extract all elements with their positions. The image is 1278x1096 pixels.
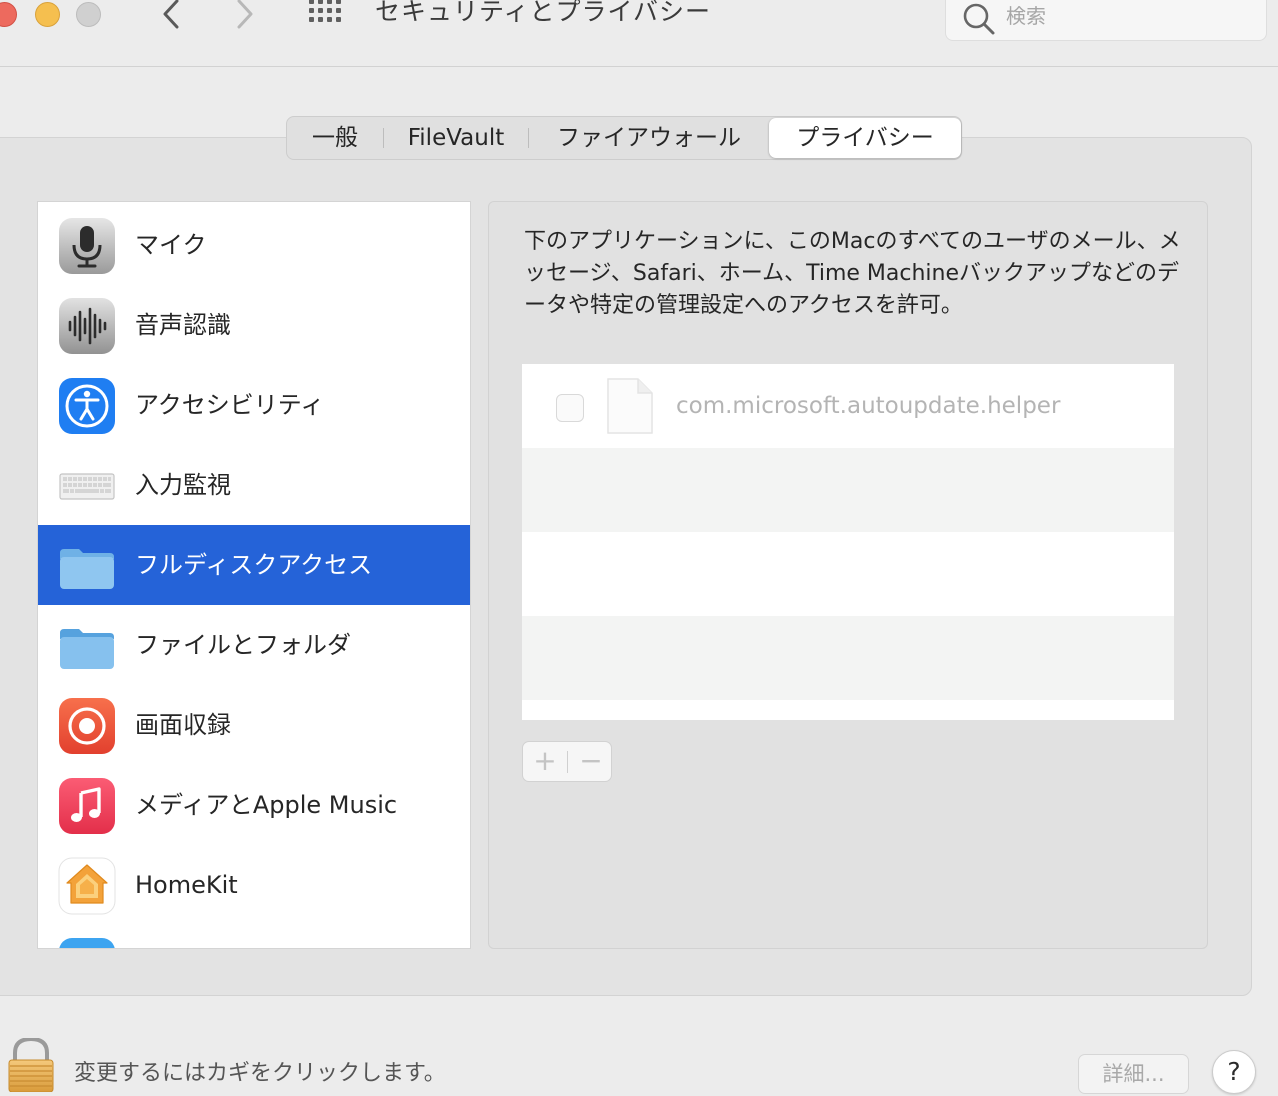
homekit-icon: [58, 857, 116, 915]
chevron-right-icon: [237, 0, 253, 29]
sidebar-item-full-disk-access[interactable]: フルディスクアクセス: [38, 525, 470, 605]
search-input[interactable]: [1004, 0, 1254, 33]
empty-row: [522, 448, 1174, 532]
microphone-icon: [58, 217, 116, 275]
document-icon: [606, 377, 654, 439]
tab-firewall[interactable]: ファイアウォール: [529, 118, 769, 158]
minimize-window-button[interactable]: [35, 2, 60, 27]
sidebar-item-partial[interactable]: [38, 925, 470, 948]
help-button[interactable]: ?: [1212, 1050, 1256, 1094]
sidebar-item-screen-recording[interactable]: 画面収録: [38, 685, 470, 765]
tab-privacy[interactable]: プライバシー: [769, 118, 961, 158]
button-divider: [567, 751, 568, 773]
sidebar-item-files-and-folders[interactable]: ファイルとフォルダ: [38, 605, 470, 685]
sidebar-item-label: アクセシビリティ: [135, 391, 325, 419]
empty-row: [522, 616, 1174, 700]
sidebar-item-homekit[interactable]: HomeKit: [38, 845, 470, 925]
sidebar-item-microphone[interactable]: マイク: [38, 205, 470, 285]
folder-icon: [58, 537, 116, 595]
show-all-button[interactable]: [308, 0, 346, 29]
app-checkbox[interactable]: [556, 394, 584, 422]
keyboard-icon: [58, 457, 116, 515]
search-icon: [963, 3, 995, 35]
lock-button[interactable]: [6, 1036, 56, 1096]
window-title: セキュリティとプライバシー: [375, 0, 712, 26]
tab-bar: 一般 FileVault ファイアウォール プライバシー: [286, 116, 962, 160]
remove-app-button[interactable]: −: [569, 742, 613, 781]
list-item[interactable]: com.microsoft.autoupdate.helper: [522, 364, 1174, 448]
advanced-button[interactable]: 詳細...: [1078, 1054, 1189, 1094]
back-button[interactable]: [157, 0, 187, 34]
grid-icon: [309, 0, 341, 22]
accessibility-icon: [58, 377, 116, 435]
folder-icon: [58, 617, 116, 675]
sidebar-item-speech-recognition[interactable]: 音声認識: [38, 285, 470, 365]
sidebar-item-label: メディアとApple Music: [135, 791, 398, 819]
tab-filevault[interactable]: FileVault: [384, 118, 528, 158]
sidebar-item-label: 画面収録: [135, 711, 231, 739]
chevron-left-icon: [163, 0, 179, 29]
add-remove-control: + −: [522, 741, 612, 782]
sidebar-item-input-monitoring[interactable]: 入力監視: [38, 445, 470, 525]
sidebar-item-label: 音声認識: [135, 311, 231, 339]
sidebar-item-label: マイク: [135, 231, 207, 259]
sidebar-item-label: 入力監視: [135, 471, 231, 499]
sidebar-item-label: ファイルとフォルダ: [135, 631, 351, 659]
app-list[interactable]: com.microsoft.autoupdate.helper: [522, 364, 1174, 720]
title-bar: セキュリティとプライバシー: [0, 0, 1278, 67]
privacy-category-list[interactable]: マイク 音声認識 アクセシビリティ 入力監視 フルディスクアクセス ファイルとフ…: [37, 201, 471, 949]
lock-icon: [8, 1036, 54, 1093]
zoom-window-button[interactable]: [76, 2, 101, 27]
add-app-button[interactable]: +: [523, 742, 567, 781]
sidebar-item-media-apple-music[interactable]: メディアとApple Music: [38, 765, 470, 845]
app-name: com.microsoft.autoupdate.helper: [676, 393, 1061, 419]
search-field[interactable]: [945, 0, 1267, 41]
sidebar-item-label: フルディスクアクセス: [135, 551, 373, 579]
speech-recognition-icon: [58, 297, 116, 355]
screen-recording-icon: [58, 697, 116, 755]
app-icon: [58, 937, 116, 948]
music-icon: [58, 777, 116, 835]
sidebar-item-accessibility[interactable]: アクセシビリティ: [38, 365, 470, 445]
close-window-button[interactable]: [0, 2, 17, 27]
permission-description: 下のアプリケーションに、このMacのすべてのユーザのメール、メッセージ、Safa…: [524, 229, 1181, 318]
tab-general[interactable]: 一般: [287, 118, 383, 158]
lock-hint-text: 変更するにはカギをクリックします。: [74, 1061, 446, 1086]
forward-button[interactable]: [229, 0, 259, 34]
sidebar-item-label: HomeKit: [135, 871, 238, 899]
empty-row: [522, 532, 1174, 616]
